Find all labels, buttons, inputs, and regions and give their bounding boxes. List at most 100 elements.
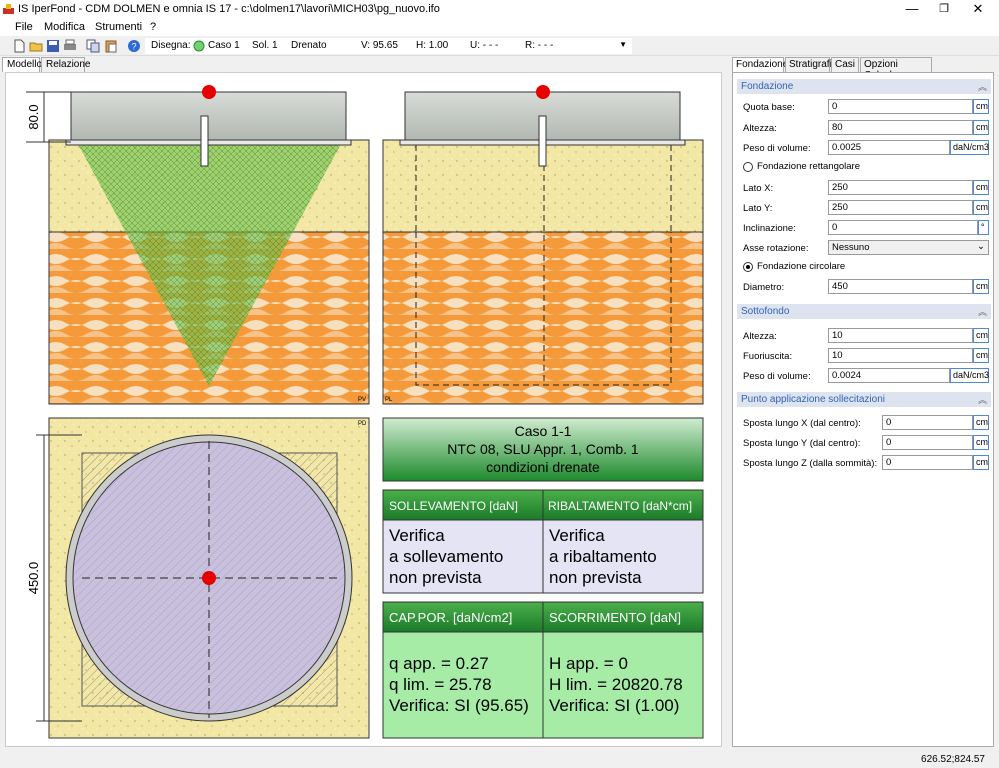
salt-label: Altezza: (743, 331, 777, 342)
results-panel: Caso 1-1 NTC 08, SLU Appr. 1, Comb. 1 co… (382, 417, 704, 739)
load-point-left (202, 85, 216, 99)
new-file-icon[interactable] (12, 39, 26, 53)
sz-unit[interactable]: cm (973, 455, 989, 470)
chevron-down-icon[interactable]: ▼ (619, 40, 627, 49)
minimize-button[interactable]: — (896, 0, 928, 18)
circ-radio[interactable] (743, 262, 753, 272)
section-punto[interactable]: Punto applicazione sollecitazioni ︽ (737, 392, 991, 407)
fuor-input[interactable]: 10 (828, 348, 973, 363)
paste-icon[interactable] (104, 39, 118, 53)
rib-text-2: a ribaltamento (549, 547, 657, 566)
asse-value: Nessuno (832, 242, 870, 253)
menu-strumenti[interactable]: Strumenti (95, 21, 142, 33)
quota-input[interactable]: 0 (828, 99, 973, 114)
tag-pl: PL (385, 397, 393, 403)
asse-select[interactable]: Nessuno ⌄ (828, 240, 989, 255)
help-icon[interactable]: ? (127, 39, 141, 53)
sz-input[interactable]: 0 (882, 455, 973, 470)
section-fondazione[interactable]: Fondazione ︽ (737, 79, 991, 94)
sx-label: Sposta lungo X (dal centro): (743, 418, 861, 429)
result-norm: NTC 08, SLU Appr. 1, Comb. 1 (447, 441, 639, 457)
speso-input[interactable]: 0.0024 (828, 368, 950, 383)
altezza-unit[interactable]: cm (973, 120, 989, 135)
save-icon[interactable] (46, 39, 60, 53)
peso-label: Peso di volume: (743, 143, 811, 154)
model-canvas[interactable]: 80.0 PV PL 450.0 PD Caso 1-1 NTC 08, SLU (5, 72, 722, 747)
tag-pd: PD (358, 421, 367, 427)
peso-input[interactable]: 0.0025 (828, 140, 950, 155)
sz-label: Sposta lungo Z (dalla sommità): (743, 458, 878, 469)
load-point-right (536, 85, 550, 99)
latoy-input[interactable]: 250 (828, 200, 973, 215)
section-view-left: 80.0 PV (26, 85, 370, 405)
chevron-down-icon: ⌄ (977, 241, 985, 252)
h-label: H: 1.00 (416, 40, 449, 51)
maximize-button[interactable]: ❐ (928, 0, 960, 18)
menu-help[interactable]: ? (150, 21, 156, 33)
section-sottofondo-label: Sottofondo (741, 306, 790, 317)
sx-input[interactable]: 0 (882, 415, 973, 430)
incl-unit[interactable]: ° (978, 220, 989, 235)
tab-fondazione[interactable]: Fondazione (732, 57, 788, 72)
v-label: V: 95.65 (361, 40, 398, 51)
caso-label: Caso 1 (208, 40, 240, 51)
status-combo[interactable]: Disegna: Caso 1 Sol. 1 Drenato V: 95.65 … (145, 38, 632, 54)
collapse-icon[interactable]: ︽ (978, 80, 987, 93)
salt-unit[interactable]: cm (973, 328, 989, 343)
result-caso: Caso 1-1 (515, 423, 572, 439)
tab-stratigrafia[interactable]: Stratigrafia (785, 57, 837, 72)
quota-label: Quota base: (743, 102, 795, 113)
collapse-icon[interactable]: ︽ (978, 305, 987, 318)
cursor-coordinates: 626.52;824.57 (921, 754, 985, 765)
tab-opzioni-calcolo[interactable]: Opzioni Calcolo (860, 57, 932, 81)
tab-relazione[interactable]: Relazione (41, 57, 90, 72)
tag-pv: PV (358, 397, 366, 403)
speso-label: Peso di volume: (743, 371, 811, 382)
altezza-label: Altezza: (743, 123, 777, 134)
close-button[interactable]: ✕ (962, 0, 994, 18)
sol-text-3: non prevista (389, 568, 482, 587)
altezza-input[interactable]: 80 (828, 120, 973, 135)
load-point-plan (202, 571, 216, 585)
fuor-unit[interactable]: cm (973, 348, 989, 363)
sx-unit[interactable]: cm (973, 415, 989, 430)
sy-unit[interactable]: cm (973, 435, 989, 450)
dim-diameter-label: 450.0 (26, 562, 41, 595)
menu-file[interactable]: File (15, 21, 33, 33)
diam-input[interactable]: 450 (828, 279, 973, 294)
section-sottofondo[interactable]: Sottofondo ︽ (737, 304, 991, 319)
tab-modello[interactable]: Modello (2, 57, 42, 72)
tab-casi[interactable]: Casi (831, 57, 859, 72)
sol-text-2: a sollevamento (389, 547, 503, 566)
model-drawing: 80.0 PV PL 450.0 PD Caso 1-1 NTC 08, SLU (26, 85, 704, 739)
peso-unit[interactable]: daN/cm3 (950, 140, 989, 155)
copy-icon[interactable] (86, 39, 100, 53)
cap-text-1: q app. = 0.27 (389, 654, 489, 673)
sy-label: Sposta lungo Y (dal centro): (743, 438, 861, 449)
latox-input[interactable]: 250 (828, 180, 973, 195)
u-label: U: - - - (470, 40, 499, 51)
diam-unit[interactable]: cm (973, 279, 989, 294)
rett-radio[interactable] (743, 162, 753, 172)
latoy-label: Lato Y: (743, 203, 773, 214)
green-status-icon (193, 40, 205, 52)
menu-modifica[interactable]: Modifica (44, 21, 85, 33)
incl-input[interactable]: 0 (828, 220, 978, 235)
collapse-icon[interactable]: ︽ (978, 393, 987, 406)
latoy-unit[interactable]: cm (973, 200, 989, 215)
speso-unit[interactable]: daN/cm3 (950, 368, 989, 383)
title-bar: IS IperFond - CDM DOLMEN e omnia IS 17 -… (0, 0, 999, 18)
salt-input[interactable]: 10 (828, 328, 973, 343)
sol-text-1: Verifica (389, 526, 445, 545)
dim-height-label: 80.0 (26, 104, 41, 129)
svg-text:?: ? (131, 42, 136, 52)
quota-unit[interactable]: cm (973, 99, 989, 114)
section-fondazione-label: Fondazione (741, 81, 794, 92)
open-folder-icon[interactable] (29, 39, 43, 53)
sco-text-3: Verifica: SI (1.00) (549, 696, 679, 715)
diam-label: Diametro: (743, 282, 785, 293)
section-punto-label: Punto applicazione sollecitazioni (741, 394, 885, 405)
print-icon[interactable] (63, 39, 77, 53)
sy-input[interactable]: 0 (882, 435, 973, 450)
latox-unit[interactable]: cm (973, 180, 989, 195)
